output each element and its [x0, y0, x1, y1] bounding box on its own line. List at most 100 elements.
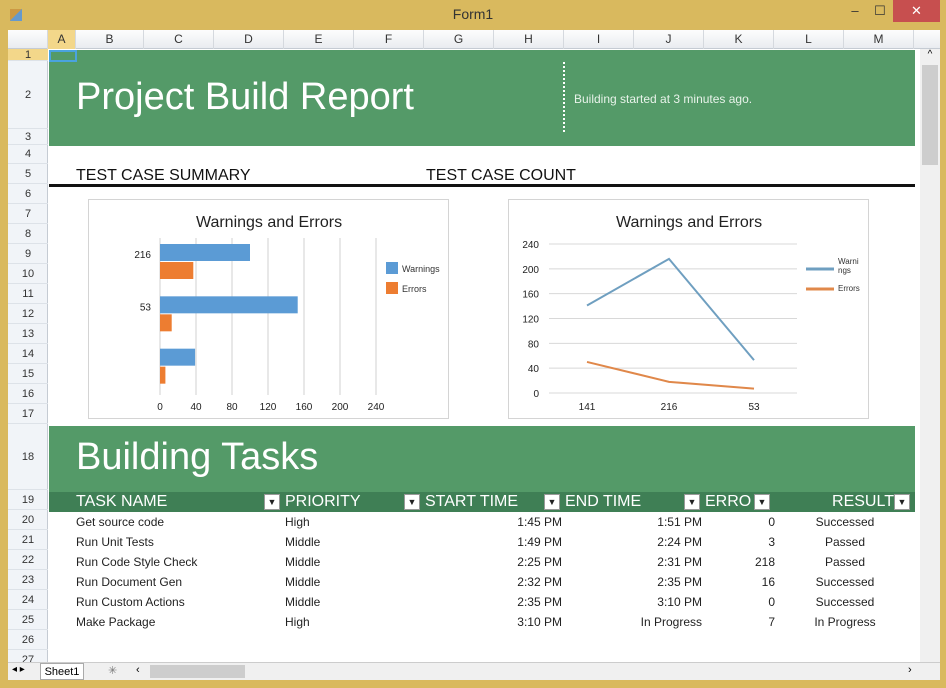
row-header-22[interactable]: 22 [8, 550, 48, 570]
row-header-17[interactable]: 17 [8, 404, 48, 424]
bar-warnings[interactable] [160, 244, 250, 261]
bar-errors[interactable] [160, 366, 166, 384]
row-header-26[interactable]: 26 [8, 630, 48, 650]
table-row[interactable]: Run Code Style Check Middle 2:25 PM 2:31 PM… [49, 552, 915, 572]
cell-start-time[interactable]: 2:35 PM [425, 592, 562, 612]
cell-erro[interactable]: 16 [705, 572, 775, 592]
column-header-I[interactable]: I [564, 30, 634, 49]
column-header-K[interactable]: K [704, 30, 774, 49]
row-header-12[interactable]: 12 [8, 304, 48, 324]
select-all-corner[interactable] [8, 30, 48, 49]
vertical-scrollbar[interactable]: ^ [920, 49, 940, 669]
column-header-A[interactable]: A [48, 30, 76, 49]
column-header-D[interactable]: D [214, 30, 284, 49]
cell-priority[interactable]: Middle [285, 572, 415, 592]
cell-erro[interactable]: 7 [705, 612, 775, 632]
cell-end-time[interactable]: 2:31 PM [565, 552, 702, 572]
row-header-5[interactable]: 5 [8, 164, 48, 184]
row-header-1[interactable]: 1 [8, 49, 48, 61]
cell-result[interactable]: Successed [785, 592, 905, 612]
column-header-J[interactable]: J [634, 30, 704, 49]
cell-task-name[interactable]: Run Custom Actions [76, 592, 276, 612]
table-row[interactable]: Run Unit Tests Middle 1:49 PM 2:24 PM 3 Passe… [49, 532, 915, 552]
line-chart[interactable]: Warnings and Errors 0 40 80 120 160 200 240 141 2… [508, 199, 869, 419]
cell-end-time[interactable]: In Progress [565, 612, 702, 632]
row-header-6[interactable]: 6 [8, 184, 48, 204]
row-header-9[interactable]: 9 [8, 244, 48, 264]
table-row[interactable]: Run Custom Actions Middle 2:35 PM 3:10 PM 0 S… [49, 592, 915, 612]
filter-dropdown-icon[interactable]: ▼ [544, 494, 560, 510]
row-header-8[interactable]: 8 [8, 224, 48, 244]
new-sheet-button[interactable]: ✳ [108, 664, 117, 677]
cell-start-time[interactable]: 1:49 PM [425, 532, 562, 552]
bar-warnings[interactable] [160, 296, 298, 314]
cell-task-name[interactable]: Run Code Style Check [76, 552, 276, 572]
column-header-B[interactable]: B [76, 30, 144, 49]
maximize-button[interactable]: ☐ [866, 0, 894, 22]
row-header-13[interactable]: 13 [8, 324, 48, 344]
filter-dropdown-icon[interactable]: ▼ [754, 494, 770, 510]
horizontal-scrollbar-thumb[interactable] [150, 665, 245, 678]
cell-priority[interactable]: Middle [285, 592, 415, 612]
cell-result[interactable]: Passed [785, 532, 905, 552]
scroll-right-icon[interactable]: › [908, 664, 912, 676]
cell-start-time[interactable]: 2:32 PM [425, 572, 562, 592]
bar-warnings[interactable] [160, 348, 196, 366]
cell-task-name[interactable]: Make Package [76, 612, 276, 632]
row-header-19[interactable]: 19 [8, 490, 48, 510]
cell-erro[interactable]: 0 [705, 512, 775, 532]
filter-dropdown-icon[interactable]: ▼ [264, 494, 280, 510]
row-header-7[interactable]: 7 [8, 204, 48, 224]
spreadsheet[interactable]: ABCDEFGHIJKLM 1 2 3 4 5 6 7 8 9 10 11 12 13 14 15 16 17 1… [8, 30, 940, 680]
table-row[interactable]: Make Package High 3:10 PM In Progress 7 In Pr… [49, 612, 915, 632]
cell-result[interactable]: Successed [785, 572, 905, 592]
row-header-16[interactable]: 16 [8, 384, 48, 404]
column-header-C[interactable]: C [144, 30, 214, 49]
row-header-18[interactable]: 18 [8, 424, 48, 490]
cell-result[interactable]: In Progress [785, 612, 905, 632]
cell-erro[interactable]: 218 [705, 552, 775, 572]
row-header-25[interactable]: 25 [8, 610, 48, 630]
row-header-14[interactable]: 14 [8, 344, 48, 364]
cell-selection[interactable] [49, 50, 77, 62]
filter-dropdown-icon[interactable]: ▼ [894, 494, 910, 510]
row-header-21[interactable]: 21 [8, 530, 48, 550]
row-header-10[interactable]: 10 [8, 264, 48, 284]
tab-sheet1[interactable]: Sheet1 [40, 663, 84, 680]
tab-nav-arrows[interactable]: ◂ ▸ [12, 664, 25, 675]
column-header-M[interactable]: M [844, 30, 914, 49]
scroll-left-icon[interactable]: ‹ [136, 664, 140, 676]
row-header-24[interactable]: 24 [8, 590, 48, 610]
column-header-L[interactable]: L [774, 30, 844, 49]
cell-priority[interactable]: Middle [285, 532, 415, 552]
scrollbar-thumb[interactable] [922, 65, 938, 165]
column-header-E[interactable]: E [284, 30, 354, 49]
close-button[interactable]: ✕ [893, 0, 940, 22]
series-line-warnings[interactable] [586, 257, 755, 361]
row-header-3[interactable]: 3 [8, 129, 48, 145]
row-header-23[interactable]: 23 [8, 570, 48, 590]
filter-dropdown-icon[interactable]: ▼ [684, 494, 700, 510]
cell-start-time[interactable]: 2:25 PM [425, 552, 562, 572]
row-header-20[interactable]: 20 [8, 510, 48, 530]
cell-task-name[interactable]: Run Document Gen [76, 572, 276, 592]
table-row[interactable]: Run Document Gen Middle 2:32 PM 2:35 PM 16 Su… [49, 572, 915, 592]
cell-priority[interactable]: High [285, 612, 415, 632]
cell-end-time[interactable]: 2:24 PM [565, 532, 702, 552]
series-line-errors[interactable] [586, 360, 755, 390]
row-header-11[interactable]: 11 [8, 284, 48, 304]
row-header-4[interactable]: 4 [8, 145, 48, 164]
column-header-F[interactable]: F [354, 30, 424, 49]
column-header-G[interactable]: G [424, 30, 494, 49]
cell-start-time[interactable]: 3:10 PM [425, 612, 562, 632]
row-header-2[interactable]: 2 [8, 61, 48, 129]
cell-erro[interactable]: 3 [705, 532, 775, 552]
cell-end-time[interactable]: 1:51 PM [565, 512, 702, 532]
cell-priority[interactable]: Middle [285, 552, 415, 572]
bar-chart[interactable]: Warnings and Errors 0 40 80 120 160 200 240 216 5… [88, 199, 449, 419]
cell-task-name[interactable]: Get source code [76, 512, 276, 532]
cell-result[interactable]: Passed [785, 552, 905, 572]
cell-start-time[interactable]: 1:45 PM [425, 512, 562, 532]
cell-end-time[interactable]: 3:10 PM [565, 592, 702, 612]
column-header-H[interactable]: H [494, 30, 564, 49]
